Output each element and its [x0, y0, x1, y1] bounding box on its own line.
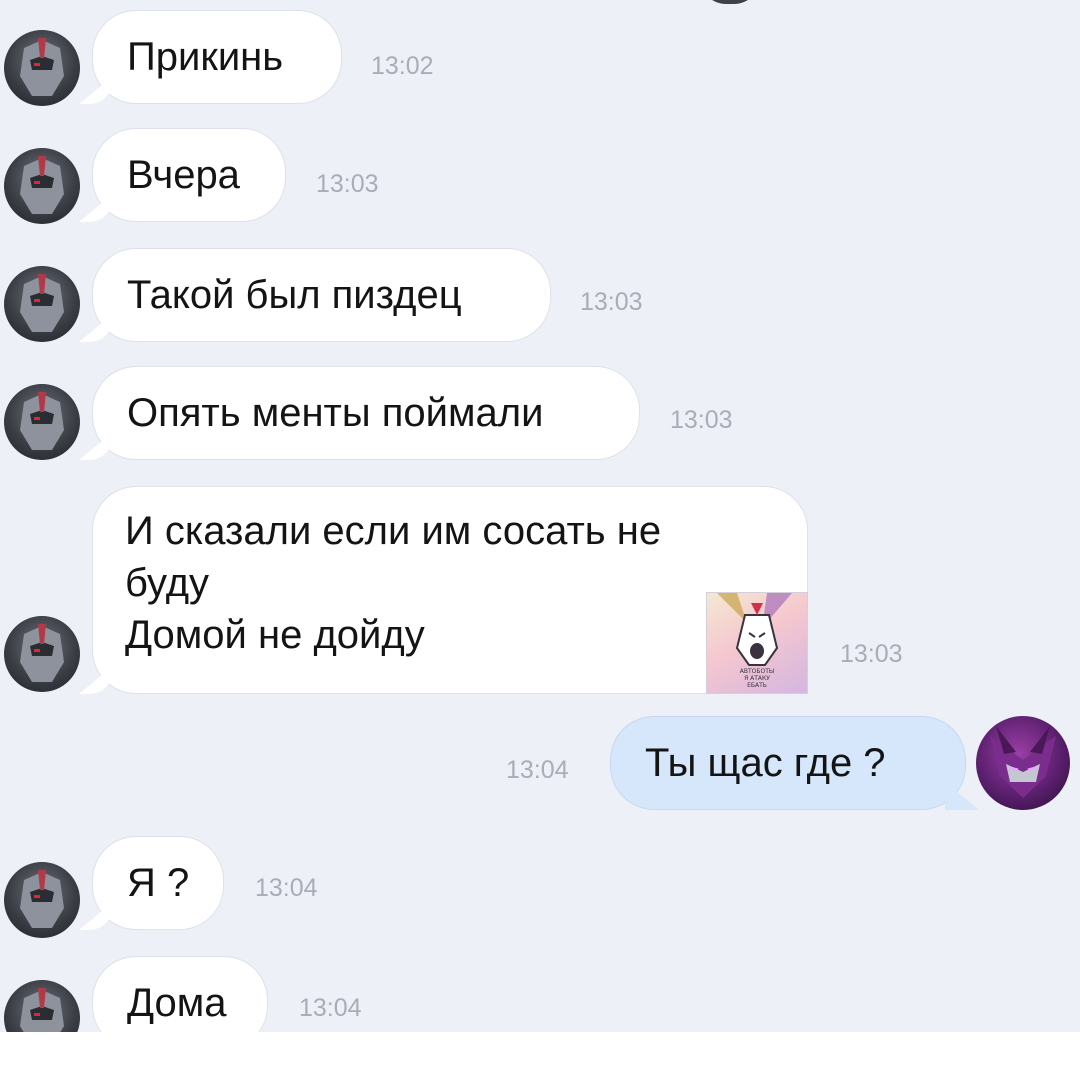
- robot-helmet-icon: [20, 274, 64, 332]
- message-text: Вчера: [127, 153, 240, 197]
- message-bubble-own[interactable]: Ты щас где ?: [610, 716, 966, 810]
- message-text: Я ?: [127, 861, 190, 905]
- sender-avatar[interactable]: [4, 862, 80, 938]
- message-text-line: буду: [125, 561, 210, 605]
- cropped-element: [700, 0, 760, 4]
- message-time: 13:03: [670, 406, 733, 434]
- robot-helmet-icon: [20, 870, 64, 928]
- robot-helmet-icon: [20, 156, 64, 214]
- message-time: 13:03: [316, 170, 379, 198]
- message-time: 13:04: [506, 756, 569, 784]
- message-text-line: И сказали если им сосать не: [125, 509, 662, 553]
- sticker-image[interactable]: АВТОБОТЫ Я АТАКУ ЕБАТЬ: [706, 592, 808, 694]
- message-bubble[interactable]: Я ?: [92, 836, 224, 930]
- message-time: 13:03: [580, 288, 643, 316]
- message-time: 13:04: [255, 874, 318, 902]
- message-bubble[interactable]: Опять менты поймали: [92, 366, 640, 460]
- message-text: Прикинь: [127, 35, 284, 79]
- robot-helmet-icon: [20, 624, 64, 682]
- robot-helmet-icon: [20, 38, 64, 96]
- message-text-line: Домой не дойду: [125, 613, 425, 657]
- sender-avatar[interactable]: [4, 266, 80, 342]
- sender-avatar[interactable]: [4, 30, 80, 106]
- message-bubble[interactable]: Вчера: [92, 128, 286, 222]
- robot-helmet-icon: [20, 392, 64, 450]
- purple-robot-icon: [990, 726, 1056, 798]
- bottom-edge: [0, 1032, 1080, 1080]
- message-text: Такой был пиздец: [127, 273, 462, 317]
- sender-avatar[interactable]: [4, 384, 80, 460]
- message-time: 13:02: [371, 52, 434, 80]
- sender-avatar[interactable]: [4, 148, 80, 224]
- sender-avatar[interactable]: [4, 616, 80, 692]
- message-text: Дома: [127, 981, 227, 1025]
- own-avatar[interactable]: [976, 716, 1070, 810]
- chat-history[interactable]: Прикинь 13:02 Вчера 13:03 Такой был пизд…: [0, 0, 1080, 1080]
- message-text: Опять менты поймали: [127, 391, 544, 435]
- message-bubble[interactable]: Прикинь: [92, 10, 342, 104]
- message-bubble[interactable]: Такой был пиздец: [92, 248, 551, 342]
- sticker-caption: АВТОБОТЫ Я АТАКУ ЕБАТЬ: [739, 668, 775, 689]
- message-bubble[interactable]: И сказали если им сосать не буду Домой н…: [92, 486, 808, 694]
- message-time: 13:04: [299, 994, 362, 1022]
- message-text: Ты щас где ?: [645, 741, 886, 785]
- message-time: 13:03: [840, 640, 903, 668]
